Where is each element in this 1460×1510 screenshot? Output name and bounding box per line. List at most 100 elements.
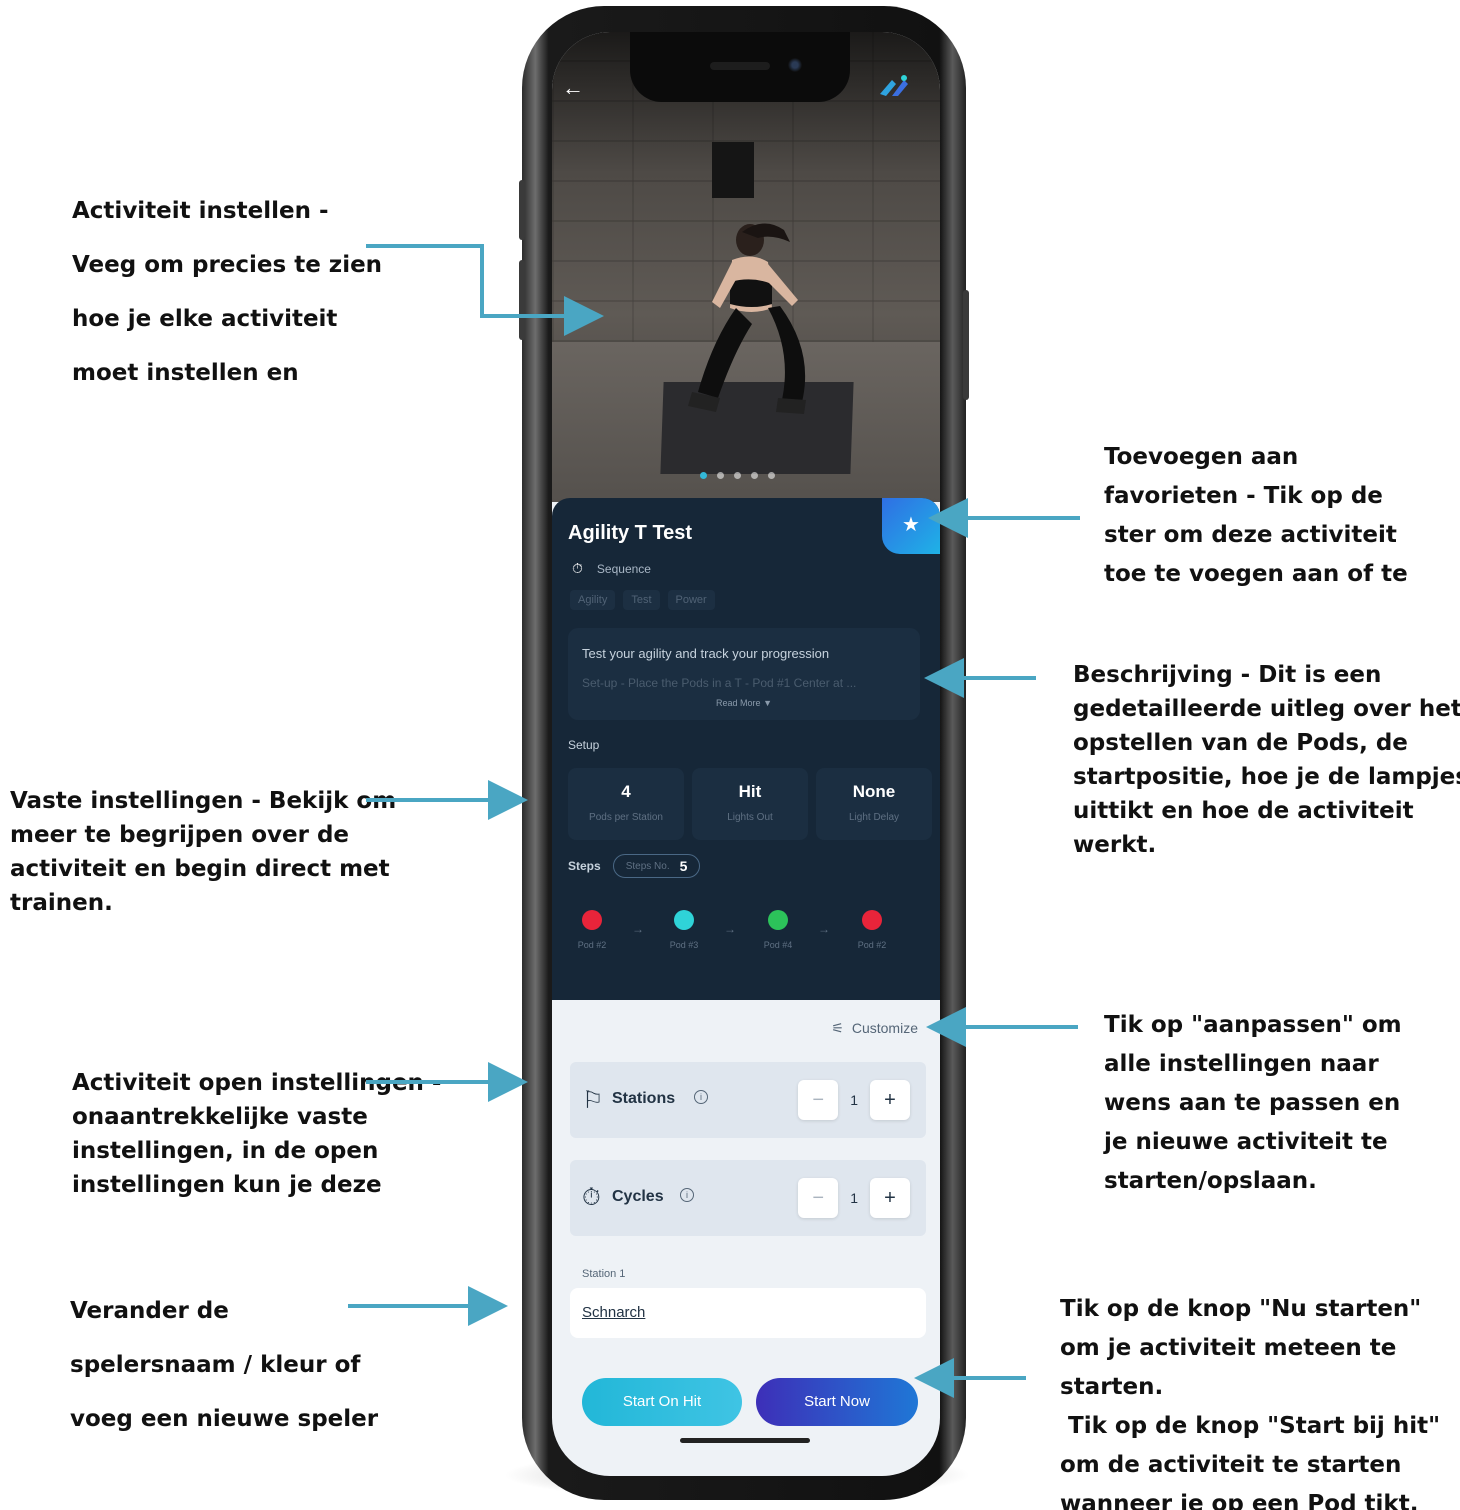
stepper-value: 1 <box>850 1190 858 1206</box>
steps-count: 5 <box>679 858 688 874</box>
arrow-right-icon: → <box>818 922 830 936</box>
start-now-button[interactable]: Start Now <box>756 1378 918 1426</box>
start-on-hit-button[interactable]: Start On Hit <box>582 1378 742 1426</box>
steps-label: Steps <box>568 859 601 873</box>
carousel-dot[interactable] <box>700 472 707 479</box>
annotation-line: voeg een nieuwe speler <box>70 1406 379 1432</box>
setup-card-light-delay: None Light Delay <box>816 768 932 840</box>
setup-card-lights-out: Hit Lights Out <box>692 768 808 840</box>
annotation-open-settings: Activiteit open instellingen - onaantrek… <box>72 1066 441 1202</box>
sliders-icon: ⚟ <box>831 1020 844 1036</box>
decrement-button[interactable]: − <box>798 1080 839 1120</box>
annotation-line: uittikt en hoe de activiteit <box>1073 798 1414 824</box>
annotation-line: activiteit en begin direct met <box>10 856 390 882</box>
annotation-line: Activiteit open instellingen - <box>72 1070 442 1096</box>
star-icon: ★ <box>902 514 920 536</box>
pod-dot <box>862 910 882 930</box>
steps-sequence: Pod #2 → Pod #3 → Pod #4 → Pod #2 <box>572 910 940 970</box>
app-screen: ← ★ Agility T Test ⏱ Sequence Agility Te… <box>552 32 940 1476</box>
activity-info-panel: ★ Agility T Test ⏱ Sequence Agility Test… <box>552 498 940 1000</box>
setup-card-label: Lights Out <box>727 812 773 823</box>
stepper-value: 1 <box>850 1092 858 1108</box>
annotation-line: Tik op de knop "Start bij hit" <box>1060 1413 1441 1439</box>
station-label: Station 1 <box>582 1268 626 1280</box>
annotation-line: ster om deze activiteit <box>1104 522 1397 548</box>
annotation-line: Tik op de knop "Nu starten" <box>1060 1296 1422 1322</box>
player-name-value: Schnarch <box>582 1304 646 1321</box>
activity-description: Test your agility and track your progres… <box>568 628 920 720</box>
annotation-line: toe te voegen aan of te <box>1104 561 1408 587</box>
carousel-dot[interactable] <box>751 472 758 479</box>
annotation-customize: Tik op "aanpassen" om alle instellingen … <box>1104 1006 1402 1201</box>
arrow-right-icon: → <box>632 922 644 936</box>
option-label: Stations <box>612 1090 676 1107</box>
annotation-line: favorieten - Tik op de <box>1104 483 1383 509</box>
option-label: Cycles <box>612 1188 664 1205</box>
annotation-line: Activiteit instellen - <box>72 198 329 224</box>
annotation-line: Verander de <box>70 1298 229 1324</box>
carousel-dot[interactable] <box>717 472 724 479</box>
back-arrow-icon[interactable]: ← <box>562 76 586 100</box>
annotation-line: meer te begrijpen over de <box>10 822 350 848</box>
tag: Power <box>667 590 715 610</box>
setup-label: Setup <box>568 738 600 752</box>
tag: Test <box>623 590 660 610</box>
pod-label: Pod #3 <box>669 940 699 950</box>
customize-button[interactable]: ⚟ Customize <box>831 1020 918 1037</box>
phone-side-button <box>519 180 525 240</box>
pod-label: Pod #2 <box>857 940 887 950</box>
setup-card-value: None <box>852 782 896 801</box>
pod-label: Pod #2 <box>577 940 607 950</box>
customize-label: Customize <box>851 1020 918 1036</box>
annotation-line: moet instellen en <box>72 360 299 386</box>
info-icon[interactable]: i <box>694 1090 708 1104</box>
annotation-line: spelersnaam / kleur of <box>70 1352 361 1378</box>
setup-card-pods: 4 Pods per Station <box>568 768 684 840</box>
pod-dot <box>768 910 788 930</box>
front-camera-icon <box>788 58 802 72</box>
cycles-option: ⏱ Cycles i − 1 + <box>570 1160 926 1236</box>
carousel-dots[interactable] <box>700 472 775 479</box>
pod-step: Pod #2 <box>572 910 612 950</box>
increment-button[interactable]: + <box>870 1178 910 1218</box>
phone-side-button <box>963 290 969 400</box>
phone-side-button <box>519 260 525 340</box>
annotation-line: om je activiteit meteen te <box>1060 1335 1397 1361</box>
read-more-link[interactable]: Read More ▼ <box>568 698 920 708</box>
stations-stepper: − 1 + <box>798 1080 910 1120</box>
player-name-field[interactable]: Schnarch <box>570 1288 926 1338</box>
annotation-line: alle instellingen naar <box>1104 1051 1379 1077</box>
arrow-right-icon: → <box>724 922 736 936</box>
activity-mode: ⏱ Sequence <box>572 560 651 577</box>
caret-down-icon: ▼ <box>763 698 772 708</box>
increment-button[interactable]: + <box>870 1080 910 1120</box>
setup-card-label: Pods per Station <box>589 812 663 823</box>
athlete-figure <box>688 223 806 414</box>
annotation-line: trainen. <box>10 890 113 916</box>
annotation-line: startpositie, hoe je de lampjes <box>1073 764 1460 790</box>
decrement-button[interactable]: − <box>798 1178 839 1218</box>
annotation-player: Verander de spelersnaam / kleur of voeg … <box>70 1284 378 1446</box>
home-indicator <box>680 1438 810 1443</box>
tag: Agility <box>570 590 616 610</box>
annotation-line: hoe je elke activiteit <box>72 306 338 332</box>
description-text: Test your agility and track your progres… <box>582 646 830 661</box>
stopwatch-icon: ⏱ <box>572 560 583 576</box>
favorite-star-button[interactable]: ★ <box>882 498 940 554</box>
activity-tags: Agility Test Power <box>570 590 715 610</box>
activity-video[interactable]: ← <box>552 32 940 502</box>
annotation-favorites: Toevoegen aan favorieten - Tik op de ste… <box>1104 438 1408 594</box>
annotation-setup-video: Activiteit instellen - Veeg om precies t… <box>72 184 382 400</box>
read-more-label: Read More <box>716 698 761 708</box>
annotation-line: Toevoegen aan <box>1104 444 1299 470</box>
setup-card-label: Light Delay <box>848 812 900 823</box>
annotation-line: Beschrijving - Dit is een <box>1073 662 1382 688</box>
annotation-line: om de activiteit te starten <box>1060 1452 1402 1478</box>
carousel-dot[interactable] <box>734 472 741 479</box>
info-icon[interactable]: i <box>680 1188 694 1202</box>
annotation-line: instellingen, in de open <box>72 1138 379 1164</box>
annotation-line: starten/opslaan. <box>1104 1168 1317 1194</box>
setup-card-value: 4 <box>621 782 631 801</box>
steps-count-pill: Steps No. 5 <box>612 854 701 878</box>
carousel-dot[interactable] <box>768 472 775 479</box>
